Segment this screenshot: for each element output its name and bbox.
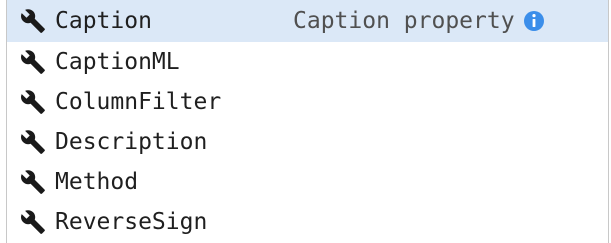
wrench-icon xyxy=(21,90,45,114)
suggestion-item-method[interactable]: Method xyxy=(7,162,608,202)
suggestion-item-columnfilter[interactable]: ColumnFilter xyxy=(7,82,608,122)
suggestion-item-captionml[interactable]: CaptionML xyxy=(7,42,608,82)
suggestion-label: Caption xyxy=(55,8,152,34)
wrench-icon xyxy=(21,210,45,234)
info-icon[interactable] xyxy=(523,10,545,32)
wrench-icon xyxy=(21,170,45,194)
suggestion-detail: Caption property xyxy=(293,0,545,42)
suggestion-item-reversesign[interactable]: ReverseSign xyxy=(7,202,608,242)
editor-text-fragment xyxy=(0,175,3,191)
editor-text-fragment xyxy=(0,134,3,150)
editor-area: Caption Caption property CaptionML Colum… xyxy=(0,0,611,243)
suggestion-list: Caption Caption property CaptionML Colum… xyxy=(7,0,608,242)
suggestion-label: Method xyxy=(55,169,139,195)
suggestion-label: Description xyxy=(55,129,208,155)
suggestion-item-description[interactable]: Description xyxy=(7,122,608,162)
wrench-icon xyxy=(21,9,45,33)
suggestion-popup: Caption Caption property CaptionML Colum… xyxy=(6,0,609,243)
suggestion-label: ColumnFilter xyxy=(55,89,222,115)
wrench-icon xyxy=(21,50,45,74)
suggestion-detail-text: Caption property xyxy=(293,8,515,34)
suggestion-item-caption[interactable]: Caption Caption property xyxy=(7,0,608,42)
suggestion-label: ReverseSign xyxy=(55,209,208,235)
suggestion-label: CaptionML xyxy=(55,49,180,75)
wrench-icon xyxy=(21,130,45,154)
